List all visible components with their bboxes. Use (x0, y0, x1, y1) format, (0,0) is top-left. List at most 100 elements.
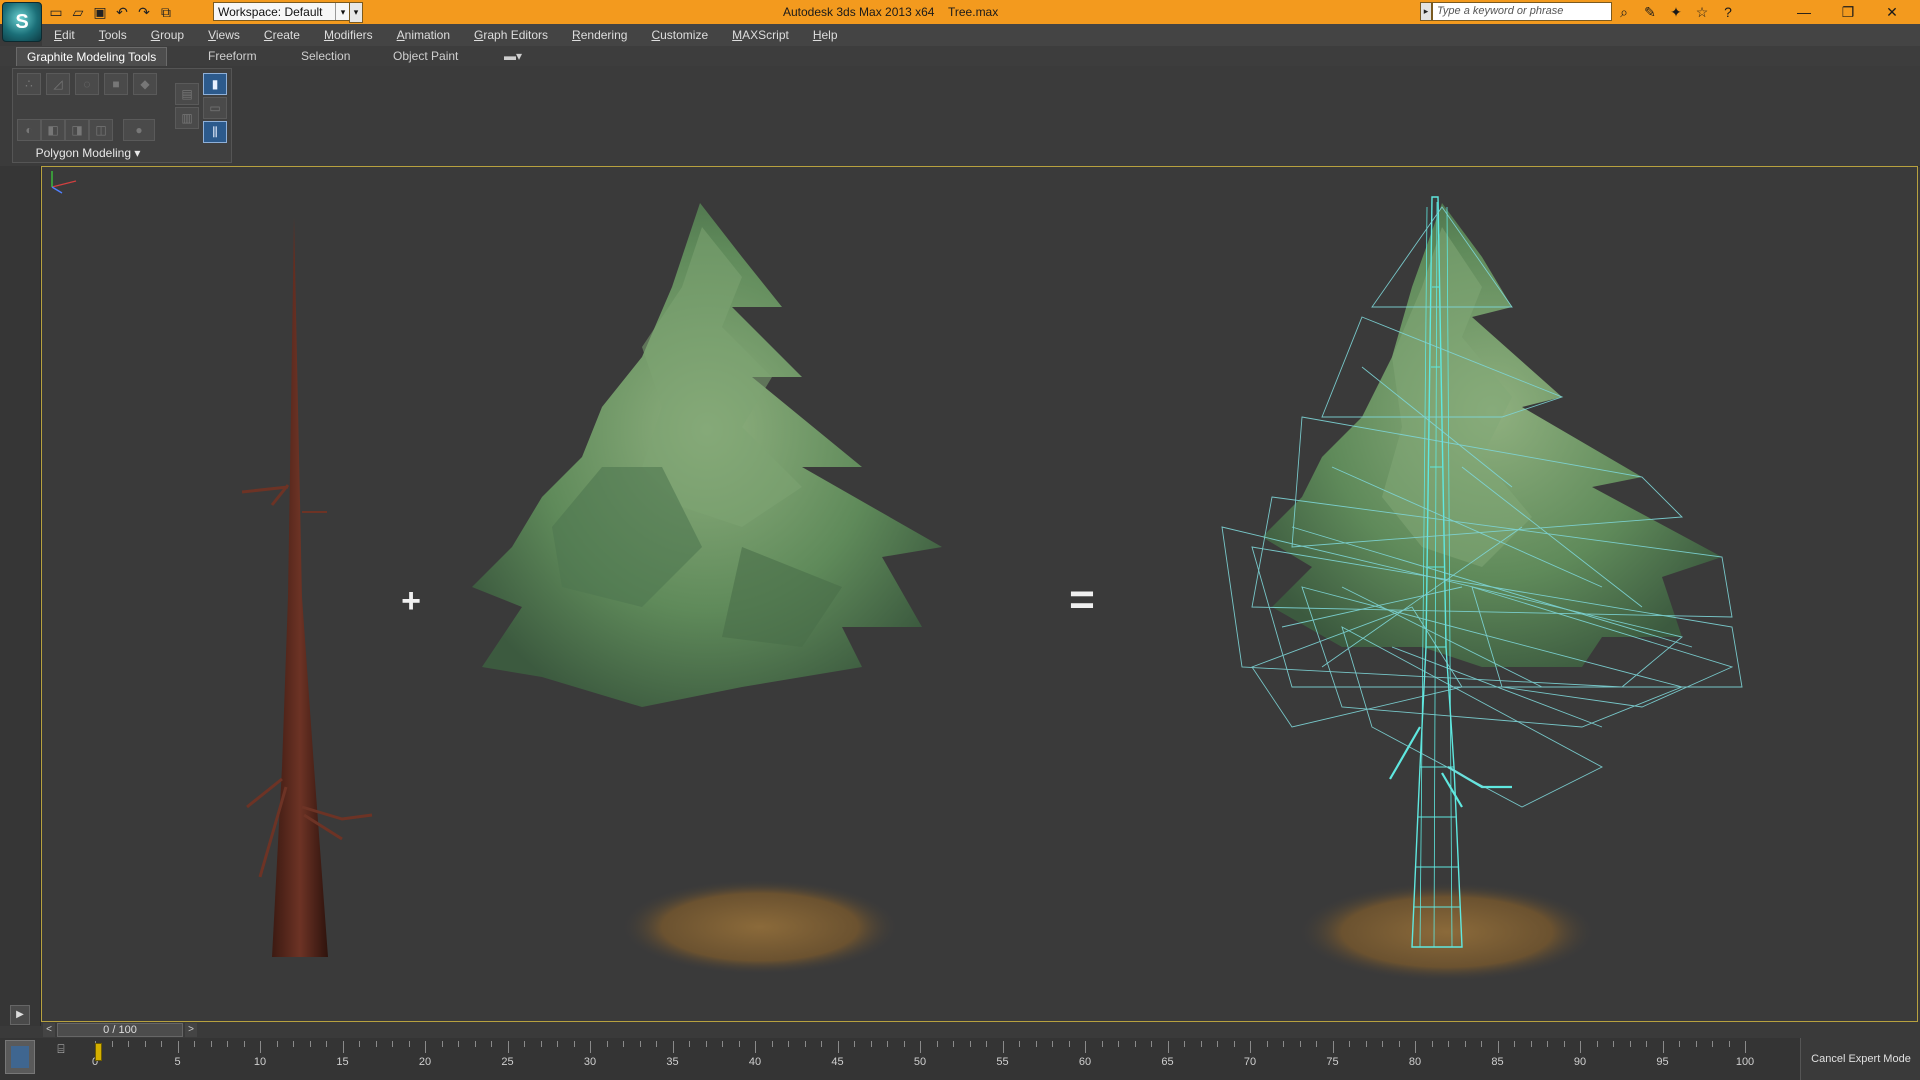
restore-button[interactable]: ❐ (1826, 0, 1870, 24)
subscription-icon[interactable]: ✎ (1641, 3, 1659, 21)
ground-patch-model[interactable] (620, 879, 900, 975)
key-mode-icon[interactable] (5, 1040, 35, 1074)
ruler-tick (1464, 1041, 1466, 1047)
tree-foliage-model[interactable] (472, 203, 942, 707)
menu-animation[interactable]: Animation (385, 24, 462, 46)
tree-trunk-model[interactable] (241, 217, 373, 957)
menu-maxscript[interactable]: MAXScript (720, 24, 801, 46)
ruler-tick (606, 1041, 608, 1047)
ruler-tick (804, 1041, 806, 1047)
vertex-icon[interactable]: ∴ (17, 73, 41, 95)
mini-curve-editor-icon[interactable]: ⌸ (52, 1042, 70, 1058)
search-input[interactable]: Type a keyword or phrase (1432, 2, 1612, 21)
ruler-label: 80 (1408, 1056, 1422, 1068)
menu-help[interactable]: Help (801, 24, 850, 46)
ruler-tick (1580, 1041, 1581, 1053)
previous-frame-icon[interactable]: < (43, 1023, 55, 1037)
ruler-tick (1002, 1041, 1004, 1053)
time-slider[interactable]: 0 / 100 (57, 1023, 183, 1037)
timeline-ruler[interactable]: 0 5 10 15 20 25 30 35 40 45 50 55 60 65 70 75 80 85 90 95 10… (92, 1038, 1754, 1080)
ruler-label: 45 (831, 1056, 844, 1068)
ruler-tick (177, 1041, 179, 1053)
collapse-stack-icon[interactable]: ▤ (175, 83, 199, 105)
favorites-star-icon[interactable]: ☆ (1693, 3, 1711, 21)
ruler-tick (227, 1041, 228, 1047)
menu-group[interactable]: Group (139, 24, 196, 46)
chevron-down-icon: ▾ (335, 3, 350, 20)
application-button[interactable]: S (2, 2, 42, 42)
perspective-viewport[interactable]: + = (41, 166, 1918, 1022)
generate-topology-icon[interactable]: ▥ (175, 107, 199, 129)
ruler-tick (1365, 1041, 1367, 1047)
ruler-tick (1382, 1041, 1383, 1047)
left-strip (0, 166, 41, 1026)
ruler-tick (672, 1041, 674, 1053)
tab-selection[interactable]: Selection (291, 47, 360, 65)
time-slider-bar: < 0 / 100 > (41, 1022, 1918, 1038)
next-modifier-icon[interactable]: ◨ (65, 119, 89, 141)
close-button[interactable]: ✕ (1870, 0, 1914, 24)
tab-object-paint[interactable]: Object Paint (383, 47, 468, 65)
communication-icon[interactable]: ✦ (1667, 3, 1685, 21)
show-end-result-icon[interactable]: ▮ (203, 73, 227, 95)
search-expand-icon[interactable]: ▸ (1420, 2, 1432, 21)
redo-icon[interactable]: ↷ (136, 4, 152, 20)
ruler-tick (144, 1041, 146, 1047)
tab-graphite-modeling-tools[interactable]: Graphite Modeling Tools (16, 47, 168, 66)
menu-modifiers[interactable]: Modifiers (312, 24, 385, 46)
menu-rendering[interactable]: Rendering (560, 24, 639, 46)
ruler-label: 100 (1735, 1056, 1755, 1068)
ruler-tick (705, 1041, 707, 1047)
ruler-label: 15 (336, 1056, 349, 1068)
polygon-icon[interactable]: ■ (104, 73, 128, 95)
ruler-tick (870, 1041, 872, 1047)
edge-icon[interactable]: ◿ (46, 73, 70, 95)
toolbar-overflow-icon[interactable]: ▾ (349, 2, 363, 23)
workspace-label: Workspace: Default (218, 5, 323, 19)
ruler-tick (1514, 1041, 1515, 1047)
time-cursor[interactable] (95, 1043, 102, 1061)
project-folder-icon[interactable]: ⧉ (158, 4, 174, 20)
menu-customize[interactable]: Customize (639, 24, 720, 46)
preserve-uvs-icon[interactable]: ◫ (89, 119, 113, 141)
minimize-button[interactable]: — (1782, 0, 1826, 24)
polygon-modeling-label[interactable]: Polygon Modeling ▾ (13, 146, 163, 160)
menu-views[interactable]: Views (196, 24, 252, 46)
cancel-expert-mode-button[interactable]: Cancel Expert Mode (1800, 1038, 1920, 1080)
menu-graph-editors[interactable]: Graph Editors (462, 24, 560, 46)
ruler-tick (639, 1041, 641, 1047)
ruler-label: 85 (1491, 1056, 1504, 1068)
previous-modifier-icon[interactable]: ◧ (41, 119, 65, 141)
modifier-stack-icon[interactable]: ◐ (17, 119, 41, 141)
ruler-tick (1167, 1041, 1169, 1053)
ruler-tick (788, 1041, 789, 1047)
element-icon[interactable]: ◆ (133, 73, 157, 95)
combined-tree-model[interactable] (1221, 196, 1743, 982)
open-file-icon[interactable]: ▱ (70, 4, 86, 20)
undo-icon[interactable]: ↶ (114, 4, 130, 20)
ruler-tick (1629, 1041, 1631, 1047)
use-soft-selection-icon[interactable]: ▭ (203, 97, 227, 119)
next-frame-icon[interactable]: > (185, 1023, 197, 1037)
toggle-command-panel-icon[interactable]: ● (123, 119, 155, 141)
file-name: Tree.max (948, 5, 999, 19)
ribbon-options-icon[interactable]: ▬▾ (494, 47, 532, 65)
binoculars-icon[interactable]: ⌕ (1615, 3, 1633, 21)
app-title: Autodesk 3ds Max 2013 x64 (783, 5, 935, 19)
border-icon[interactable]: ◌ (75, 73, 99, 95)
ruler-tick (854, 1041, 855, 1047)
help-icon[interactable]: ? (1719, 3, 1737, 21)
ruler-tick (590, 1041, 591, 1053)
ruler-tick (359, 1041, 360, 1047)
workspace-dropdown[interactable]: Workspace: Default ▾ (213, 2, 351, 21)
menu-create[interactable]: Create (252, 24, 312, 46)
new-file-icon[interactable]: ▭ (48, 4, 64, 20)
expand-track-bar-icon[interactable]: ▶ (10, 1005, 30, 1025)
menu-edit[interactable]: Edit (42, 24, 87, 46)
quick-slice-icon[interactable]: ⫼ (203, 121, 227, 143)
ruler-label: 40 (748, 1056, 762, 1068)
ruler-tick (1299, 1041, 1301, 1047)
save-icon[interactable]: ▣ (92, 4, 108, 20)
tab-freeform[interactable]: Freeform (198, 47, 267, 65)
menu-tools[interactable]: Tools (87, 24, 139, 46)
